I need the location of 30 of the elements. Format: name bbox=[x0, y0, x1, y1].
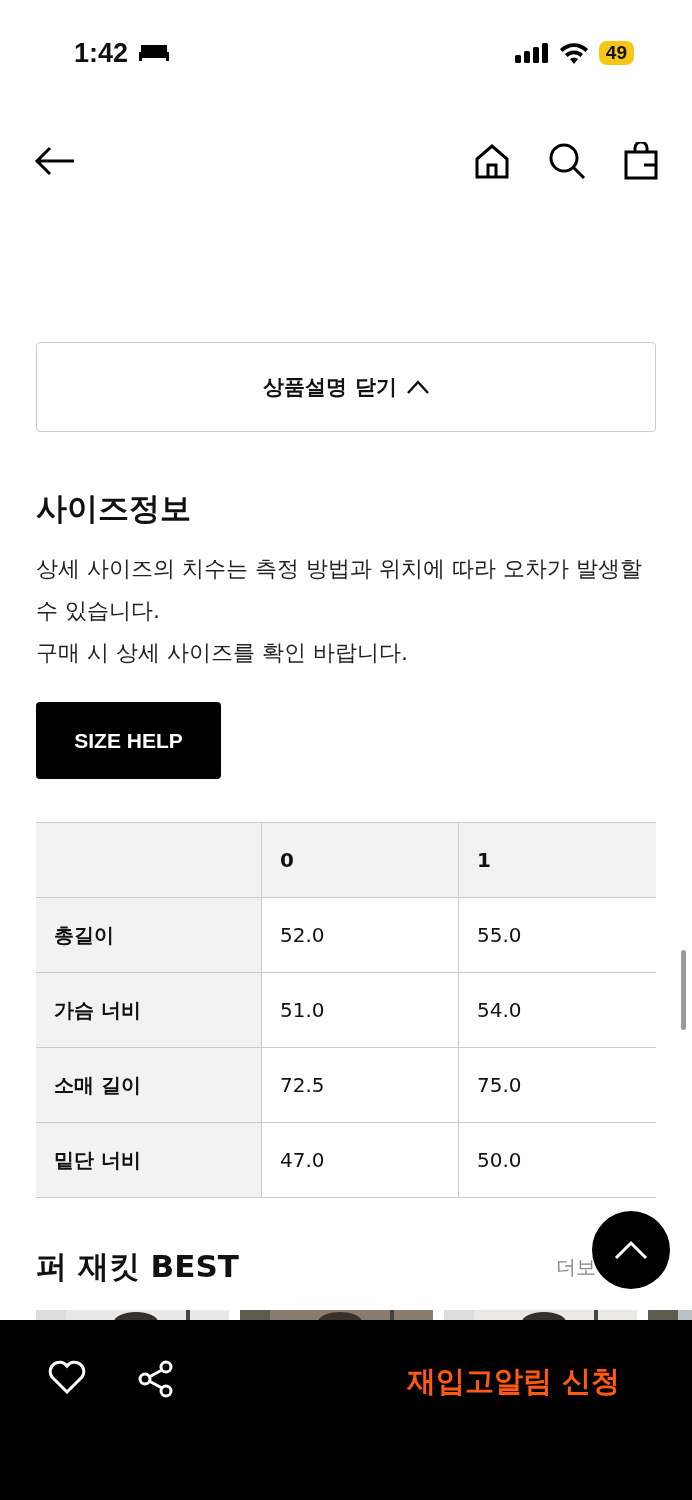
heart-icon[interactable] bbox=[48, 1360, 86, 1394]
row-label-cell: 가슴 너비 bbox=[36, 973, 262, 1048]
share-icon[interactable] bbox=[138, 1360, 174, 1398]
size-help-button[interactable]: SIZE HELP bbox=[36, 702, 221, 779]
status-time: 1:42 bbox=[74, 37, 129, 69]
chevron-up-icon bbox=[406, 380, 429, 394]
home-icon[interactable] bbox=[474, 143, 510, 179]
table-header-cell: 0 bbox=[262, 823, 459, 898]
battery-level: 49 bbox=[598, 41, 634, 65]
bed-icon bbox=[138, 43, 171, 63]
more-link[interactable]: 더보 bbox=[556, 1253, 596, 1281]
chevron-up-icon bbox=[614, 1240, 648, 1260]
signal-icon bbox=[514, 43, 549, 63]
table-cell: 52.0 bbox=[262, 898, 459, 973]
row-label-cell: 총길이 bbox=[36, 898, 262, 973]
table-cell: 47.0 bbox=[262, 1123, 459, 1198]
table-cell: 51.0 bbox=[262, 973, 459, 1048]
row-label-cell: 소매 길이 bbox=[36, 1048, 262, 1123]
search-icon[interactable] bbox=[548, 142, 586, 180]
back-icon[interactable] bbox=[34, 145, 76, 177]
section-title: 사이즈정보 bbox=[36, 489, 192, 528]
table-cell: 72.5 bbox=[262, 1048, 459, 1123]
section-title: 퍼 재킷 BEST bbox=[36, 1247, 239, 1286]
collapse-description-button[interactable]: 상품설명 닫기 bbox=[36, 342, 656, 432]
restock-alert-button[interactable]: 재입고알림 신청 bbox=[406, 1362, 620, 1402]
wifi-icon bbox=[558, 42, 589, 64]
row-label-cell: 밑단 너비 bbox=[36, 1123, 262, 1198]
size-description: 상세 사이즈의 치수는 측정 방법과 위치에 따라 오차가 발생할 수 있습니다. 구매 시 상세 사이즈를 확인 바랍니다. bbox=[36, 555, 643, 667]
table-header-cell: 1 bbox=[459, 823, 656, 898]
shopping-bag-icon[interactable] bbox=[624, 142, 658, 180]
